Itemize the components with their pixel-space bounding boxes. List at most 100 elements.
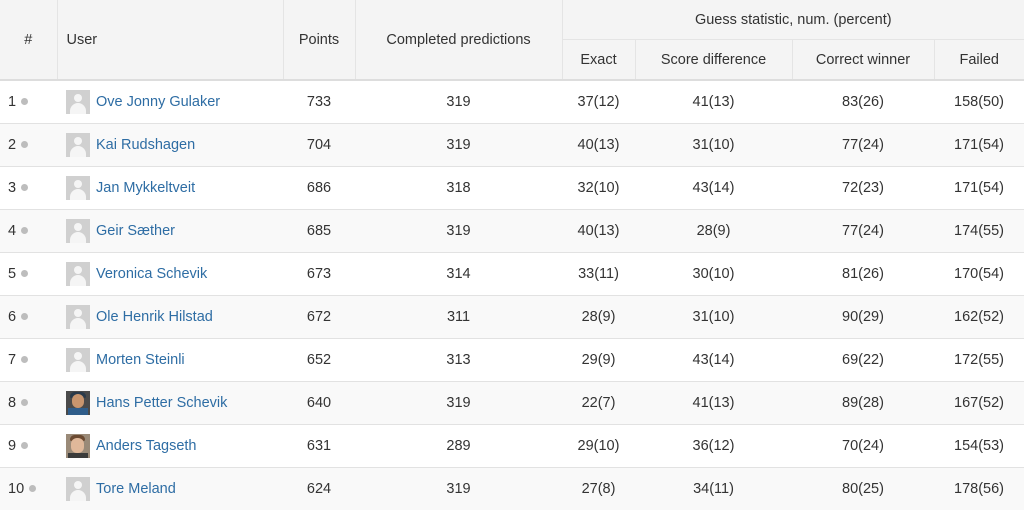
col-header-failed: Failed	[934, 40, 1024, 81]
points-cell: 652	[283, 339, 355, 382]
table-row: 6Ole Henrik Hilstad67231128(9)31(10)90(2…	[0, 296, 1024, 339]
col-header-user: User	[57, 0, 283, 80]
table-row: 9Anders Tagseth63128929(10)36(12)70(24)1…	[0, 425, 1024, 468]
correct-winner-cell: 70(24)	[792, 425, 934, 468]
completed-predictions-cell: 319	[355, 124, 562, 167]
exact-cell: 22(7)	[562, 382, 635, 425]
points-cell: 624	[283, 468, 355, 510]
score-difference-cell: 34(11)	[635, 468, 792, 510]
exact-cell: 40(13)	[562, 124, 635, 167]
score-difference-cell: 43(14)	[635, 167, 792, 210]
rank-cell: 4	[0, 210, 57, 253]
rank-cell: 1	[0, 80, 57, 124]
correct-winner-cell: 72(23)	[792, 167, 934, 210]
completed-predictions-cell: 318	[355, 167, 562, 210]
failed-cell: 167(52)	[934, 382, 1024, 425]
user-link[interactable]: Tore Meland	[96, 481, 176, 497]
avatar[interactable]	[66, 90, 90, 114]
status-dot-icon	[21, 141, 28, 148]
avatar[interactable]	[66, 133, 90, 157]
avatar[interactable]	[66, 434, 90, 458]
points-cell: 673	[283, 253, 355, 296]
failed-cell: 172(55)	[934, 339, 1024, 382]
exact-cell: 32(10)	[562, 167, 635, 210]
failed-cell: 171(54)	[934, 167, 1024, 210]
status-dot-icon	[21, 184, 28, 191]
correct-winner-cell: 80(25)	[792, 468, 934, 510]
score-difference-cell: 28(9)	[635, 210, 792, 253]
exact-cell: 29(9)	[562, 339, 635, 382]
status-dot-icon	[21, 356, 28, 363]
exact-cell: 28(9)	[562, 296, 635, 339]
failed-cell: 154(53)	[934, 425, 1024, 468]
table-row: 7Morten Steinli65231329(9)43(14)69(22)17…	[0, 339, 1024, 382]
avatar[interactable]	[66, 219, 90, 243]
user-link[interactable]: Geir Sæther	[96, 223, 175, 239]
avatar[interactable]	[66, 262, 90, 286]
status-dot-icon	[21, 270, 28, 277]
user-cell: Kai Rudshagen	[57, 124, 283, 167]
rank-number: 10	[8, 481, 24, 497]
rank-number: 3	[8, 180, 16, 196]
col-header-score-difference: Score difference	[635, 40, 792, 81]
user-link[interactable]: Hans Petter Schevik	[96, 395, 227, 411]
exact-cell: 33(11)	[562, 253, 635, 296]
rank-number: 2	[8, 137, 16, 153]
exact-cell: 29(10)	[562, 425, 635, 468]
rank-number: 6	[8, 309, 16, 325]
correct-winner-cell: 69(22)	[792, 339, 934, 382]
score-difference-cell: 31(10)	[635, 296, 792, 339]
avatar[interactable]	[66, 348, 90, 372]
rank-cell: 6	[0, 296, 57, 339]
user-link[interactable]: Veronica Schevik	[96, 266, 207, 282]
table-row: 10Tore Meland62431927(8)34(11)80(25)178(…	[0, 468, 1024, 510]
score-difference-cell: 36(12)	[635, 425, 792, 468]
leaderboard-body: 1Ove Jonny Gulaker73331937(12)41(13)83(2…	[0, 80, 1024, 510]
col-header-rank: #	[0, 0, 57, 80]
score-difference-cell: 41(13)	[635, 382, 792, 425]
completed-predictions-cell: 319	[355, 468, 562, 510]
rank-cell: 2	[0, 124, 57, 167]
user-link[interactable]: Jan Mykkeltveit	[96, 180, 195, 196]
user-link[interactable]: Ove Jonny Gulaker	[96, 94, 220, 110]
points-cell: 631	[283, 425, 355, 468]
points-cell: 640	[283, 382, 355, 425]
avatar[interactable]	[66, 477, 90, 501]
col-header-completed-predictions: Completed predictions	[355, 0, 562, 80]
completed-predictions-cell: 289	[355, 425, 562, 468]
rank-number: 4	[8, 223, 16, 239]
rank-cell: 8	[0, 382, 57, 425]
completed-predictions-cell: 314	[355, 253, 562, 296]
rank-number: 7	[8, 352, 16, 368]
user-link[interactable]: Kai Rudshagen	[96, 137, 195, 153]
status-dot-icon	[21, 442, 28, 449]
user-cell: Morten Steinli	[57, 339, 283, 382]
status-dot-icon	[21, 399, 28, 406]
avatar[interactable]	[66, 176, 90, 200]
user-cell: Jan Mykkeltveit	[57, 167, 283, 210]
points-cell: 672	[283, 296, 355, 339]
user-link[interactable]: Morten Steinli	[96, 352, 185, 368]
user-link[interactable]: Ole Henrik Hilstad	[96, 309, 213, 325]
user-link[interactable]: Anders Tagseth	[96, 438, 197, 454]
table-row: 2Kai Rudshagen70431940(13)31(10)77(24)17…	[0, 124, 1024, 167]
failed-cell: 158(50)	[934, 80, 1024, 124]
table-row: 8Hans Petter Schevik64031922(7)41(13)89(…	[0, 382, 1024, 425]
points-cell: 686	[283, 167, 355, 210]
correct-winner-cell: 90(29)	[792, 296, 934, 339]
exact-cell: 37(12)	[562, 80, 635, 124]
avatar[interactable]	[66, 391, 90, 415]
rank-number: 8	[8, 395, 16, 411]
rank-cell: 7	[0, 339, 57, 382]
correct-winner-cell: 77(24)	[792, 124, 934, 167]
correct-winner-cell: 81(26)	[792, 253, 934, 296]
correct-winner-cell: 89(28)	[792, 382, 934, 425]
status-dot-icon	[29, 485, 36, 492]
score-difference-cell: 31(10)	[635, 124, 792, 167]
exact-cell: 40(13)	[562, 210, 635, 253]
failed-cell: 174(55)	[934, 210, 1024, 253]
avatar[interactable]	[66, 305, 90, 329]
completed-predictions-cell: 313	[355, 339, 562, 382]
user-cell: Ove Jonny Gulaker	[57, 80, 283, 124]
points-cell: 685	[283, 210, 355, 253]
